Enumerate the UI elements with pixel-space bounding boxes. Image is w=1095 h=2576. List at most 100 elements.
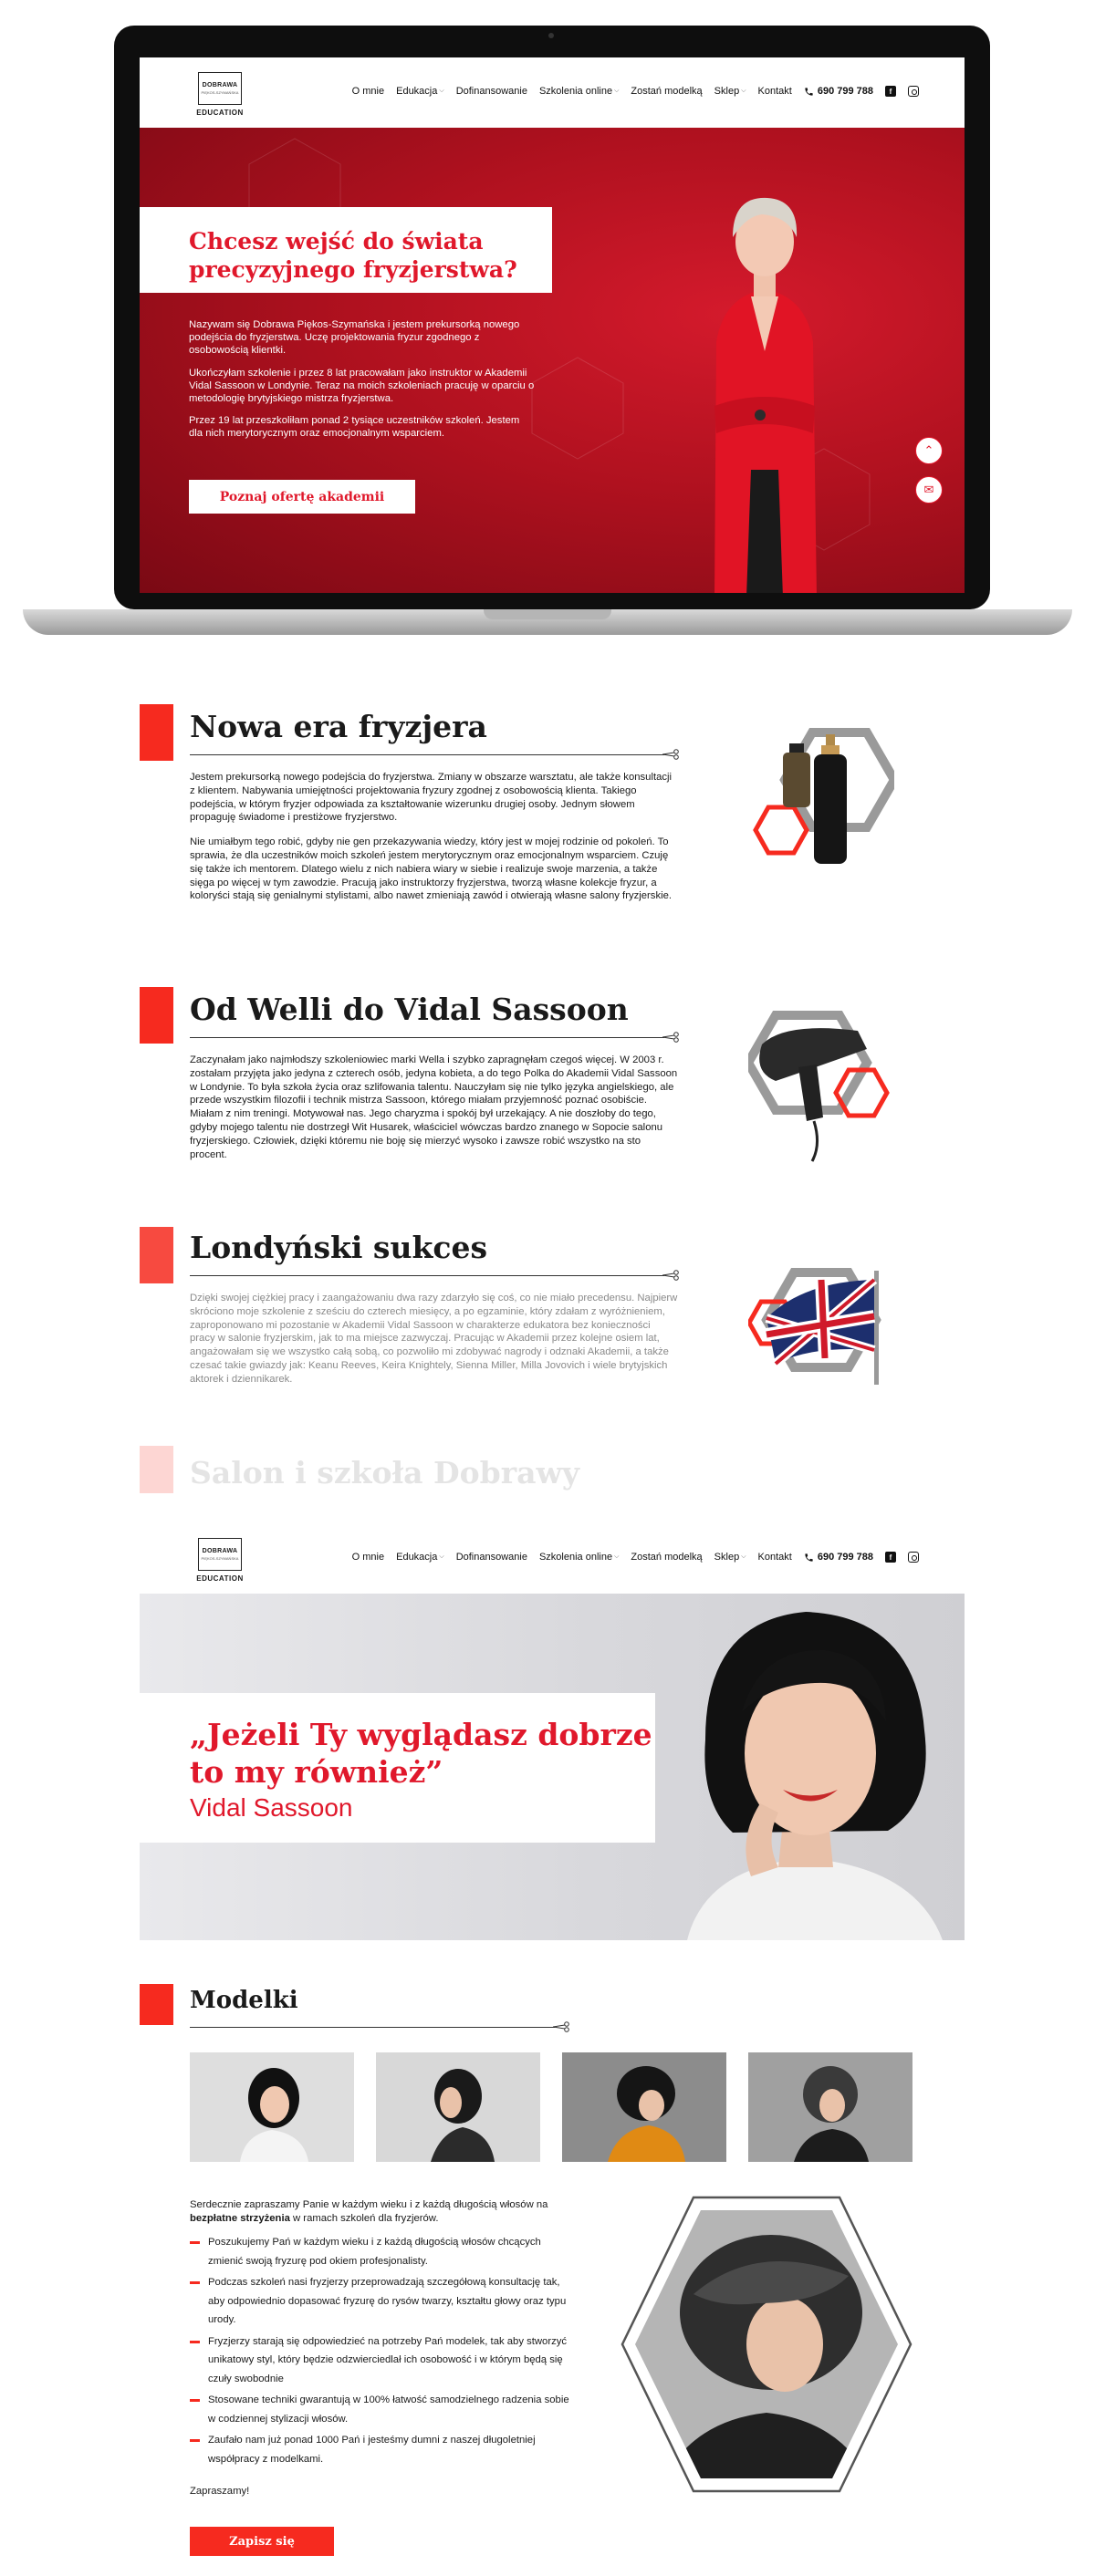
nav-label: Kontakt	[757, 1552, 792, 1563]
model-photo-image	[376, 2052, 540, 2162]
section-title: Od Welli do Vidal Sassoon	[190, 992, 629, 1027]
list-item: Poszukujemy Pań w każdym wieku i z każdą…	[190, 2233, 573, 2270]
quote-author: Vidal Sassoon	[190, 1793, 353, 1822]
facebook-icon[interactable]: f	[885, 86, 896, 97]
nav-item-szkolenia-online[interactable]: Szkolenia online ⌵	[539, 86, 619, 97]
site-logo[interactable]: DOBRAWA PIĘKOS-SZYMAŃSKA EDUCATION	[192, 72, 248, 117]
nav-item-edukacja[interactable]: Edukacja ⌵	[396, 1552, 444, 1563]
nav-label: O mnie	[351, 1552, 385, 1563]
quote-text: „Jeżeli Ty wyglądasz dobrze to my równie…	[190, 1717, 652, 1790]
list-item: Podczas szkoleń nasi fryzjerzy przeprowa…	[190, 2273, 573, 2330]
hero-paragraph: Przez 19 lat przeszkoliłam ponad 2 tysią…	[189, 415, 520, 440]
nav-label: Zostań modelką	[631, 1552, 703, 1563]
section-text: Zaczynałam jako najmłodszy szkoleniowiec…	[190, 1054, 678, 1172]
model-photo[interactable]	[748, 2052, 912, 2162]
nav-label: Dofinansowanie	[455, 86, 527, 97]
models-intro-text: w ramach szkoleń dla fryzjerów.	[289, 2212, 439, 2224]
model-hexagon-photo	[620, 2196, 912, 2493]
scroll-top-button[interactable]: ⌃	[915, 437, 943, 464]
section-paragraph: Nie umiałbym tego robić, gdyby nie gen p…	[190, 836, 673, 902]
model-photo[interactable]	[376, 2052, 540, 2162]
nav-item-zostan-modelka[interactable]: Zostań modelką	[631, 1552, 702, 1563]
model-photo-image	[562, 2052, 726, 2162]
section-divider	[190, 754, 664, 755]
list-item: Fryzjerzy starają się odpowiedzieć na po…	[190, 2332, 573, 2389]
logo-box: DOBRAWA PIĘKOS-SZYMAŃSKA	[198, 1538, 242, 1571]
section-title: Modelki	[190, 1987, 298, 2014]
phone-icon	[805, 1553, 813, 1562]
nav-label: Sklep	[714, 86, 740, 97]
cosmetics-bottles-illustration	[753, 728, 894, 864]
section-divider	[190, 1037, 664, 1038]
nav-item-kontakt[interactable]: Kontakt	[758, 1552, 792, 1563]
section-divider	[190, 1275, 664, 1276]
laptop-camera	[548, 33, 554, 38]
nav-label: Dofinansowanie	[455, 1552, 527, 1563]
scissors-icon	[662, 749, 679, 760]
nav-item-edukacja[interactable]: Edukacja ⌵	[396, 86, 444, 97]
chevron-down-icon: ⌵	[741, 1553, 746, 1560]
site-logo[interactable]: DOBRAWA PIĘKOS-SZYMAŃSKA EDUCATION	[192, 1538, 248, 1583]
chevron-up-icon: ⌃	[923, 443, 934, 457]
models-intro: Serdecznie zapraszamy Panie w każdym wie…	[190, 2198, 582, 2226]
academy-offer-button[interactable]: Poznaj ofertę akademii	[189, 480, 415, 514]
section-text: Dzięki swojej ciężkiej pracy i zaangażow…	[190, 1292, 678, 1397]
chevron-down-icon: ⌵	[439, 88, 444, 94]
list-item: Zaufało nam już ponad 1000 Pań i jesteśm…	[190, 2431, 573, 2468]
signup-button[interactable]: Zapisz się	[190, 2527, 334, 2556]
nav-label: Edukacja	[396, 86, 438, 97]
section-title: Londyński sukces	[190, 1230, 488, 1265]
model-photo[interactable]	[562, 2052, 726, 2162]
nav-item-o-mnie[interactable]: O mnie	[352, 86, 384, 97]
nav-label: Edukacja	[396, 1552, 438, 1563]
nav-item-zostan-modelka[interactable]: Zostań modelką	[631, 86, 702, 97]
main-nav: O mnie Edukacja ⌵ Dofinansowanie Szkoleni…	[352, 1552, 919, 1563]
nav-label: Zostań modelką	[631, 86, 703, 97]
nav-item-sklep[interactable]: Sklep ⌵	[714, 1552, 746, 1563]
logo-subtitle: PIĘKOS-SZYMAŃSKA	[201, 1556, 239, 1561]
section-marker	[140, 1984, 173, 2025]
hair-dryer-illustration	[748, 1011, 890, 1162]
site-header: DOBRAWA PIĘKOS-SZYMAŃSKA EDUCATION O mni…	[140, 57, 965, 128]
laptop-notch	[484, 609, 611, 619]
instagram-icon[interactable]	[908, 86, 919, 97]
facebook-icon[interactable]: f	[885, 1552, 896, 1563]
nav-item-o-mnie[interactable]: O mnie	[352, 1552, 384, 1563]
laptop-screen: DOBRAWA PIĘKOS-SZYMAŃSKA EDUCATION O mni…	[140, 57, 965, 593]
models-intro-text: Serdecznie zapraszamy Panie w każdym wie…	[190, 2199, 548, 2210]
model-photo[interactable]	[190, 2052, 354, 2162]
nav-item-dofinansowanie[interactable]: Dofinansowanie	[456, 86, 527, 97]
instagram-icon[interactable]	[908, 1552, 919, 1563]
chat-button[interactable]: ✉	[915, 476, 943, 504]
logo-education: EDUCATION	[196, 1574, 244, 1583]
nav-item-dofinansowanie[interactable]: Dofinansowanie	[456, 1552, 527, 1563]
hero-text: Nazywam się Dobrawa Piękos-Szymańska i j…	[189, 318, 536, 450]
hero-portrait	[714, 197, 817, 593]
models-thanks: Zapraszamy!	[190, 2486, 250, 2497]
section-text: Jestem prekursorką nowego podejścia do f…	[190, 771, 678, 914]
chevron-down-icon: ⌵	[439, 1553, 444, 1560]
model-photo-image	[748, 2052, 912, 2162]
section-marker	[140, 1227, 173, 1283]
section-divider	[190, 2027, 555, 2028]
section-title: Nowa era fryzjera	[190, 709, 487, 744]
scissors-icon	[662, 1032, 679, 1043]
phone-number: 690 799 788	[817, 86, 873, 97]
nav-item-kontakt[interactable]: Kontakt	[758, 86, 792, 97]
nav-label: Sklep	[714, 1552, 740, 1563]
list-item: Stosowane techniki gwarantują w 100% łat…	[190, 2391, 573, 2428]
logo-education: EDUCATION	[196, 109, 244, 117]
phone-link[interactable]: 690 799 788	[804, 1552, 873, 1563]
phone-link[interactable]: 690 799 788	[804, 86, 873, 97]
chevron-down-icon: ⌵	[741, 88, 746, 94]
nav-label: Kontakt	[757, 86, 792, 97]
section-paragraph: Dzięki swojej ciężkiej pracy i zaangażow…	[190, 1293, 678, 1385]
scissors-icon	[662, 1270, 679, 1281]
nav-item-szkolenia-online[interactable]: Szkolenia online ⌵	[539, 1552, 619, 1563]
section-title-faded: Salon i szkoła Dobrawy	[190, 1455, 580, 1491]
phone-icon	[805, 87, 813, 96]
logo-name: DOBRAWA	[202, 82, 238, 88]
nav-item-sklep[interactable]: Sklep ⌵	[714, 86, 746, 97]
nav-label: Szkolenia online	[538, 1552, 613, 1563]
models-list: Poszukujemy Pań w każdym wieku i z każdą…	[190, 2233, 573, 2471]
